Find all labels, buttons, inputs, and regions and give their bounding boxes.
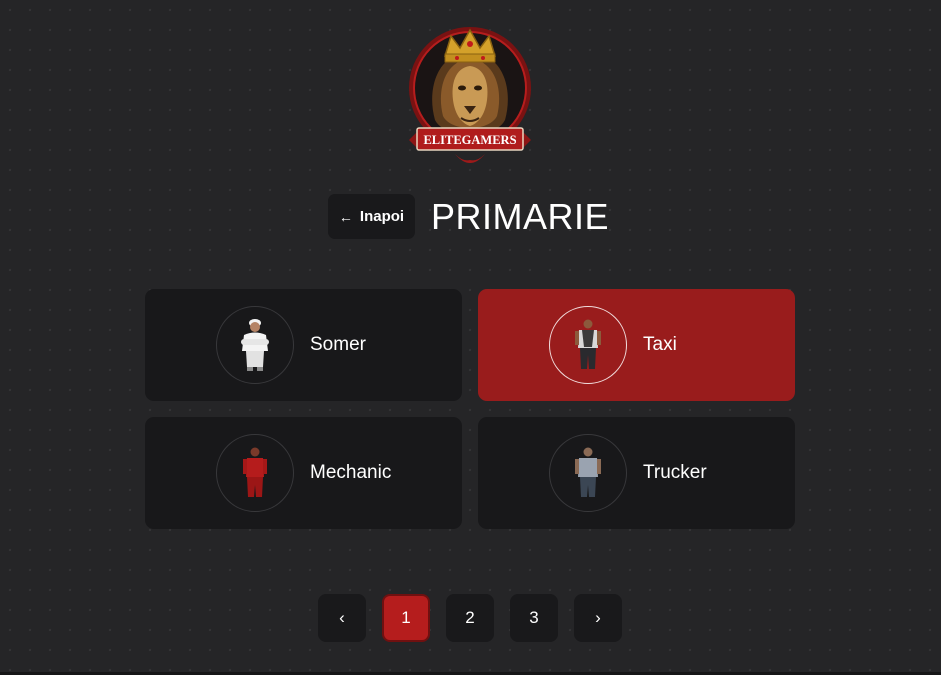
logo-text: ELITEGAMERS [423, 133, 516, 147]
elitegamers-logo: ELITEGAMERS [405, 22, 535, 174]
page-title: PRIMARIE [431, 195, 610, 237]
page-button-1[interactable]: 1 [382, 594, 430, 642]
job-card-taxi[interactable]: Taxi [478, 289, 795, 401]
back-button-label: Inapoi [359, 208, 405, 225]
prev-page-button[interactable]: ‹ [318, 594, 366, 642]
back-button[interactable]: ← Inapoi [328, 194, 415, 239]
job-card-trucker[interactable]: Trucker [478, 417, 795, 529]
page-button-3[interactable]: 3 [510, 594, 558, 642]
next-page-button[interactable]: › [574, 594, 622, 642]
job-grid: Somer Taxi Mechanic Trucker [145, 289, 795, 529]
job-card-label: Mechanic [310, 462, 392, 483]
trucker-avatar [549, 434, 627, 512]
pagination: ‹ 1 2 3 › [318, 594, 622, 642]
job-card-label: Taxi [643, 334, 677, 355]
arrow-left-icon: ← [338, 208, 353, 225]
mechanic-avatar [216, 434, 294, 512]
job-card-label: Trucker [643, 462, 707, 483]
page-button-2[interactable]: 2 [446, 594, 494, 642]
job-card-somer[interactable]: Somer [145, 289, 462, 401]
header: ← Inapoi PRIMARIE [328, 194, 609, 239]
somer-avatar [216, 306, 294, 384]
taxi-avatar [549, 306, 627, 384]
job-card-label: Somer [310, 334, 366, 355]
job-card-mechanic[interactable]: Mechanic [145, 417, 462, 529]
